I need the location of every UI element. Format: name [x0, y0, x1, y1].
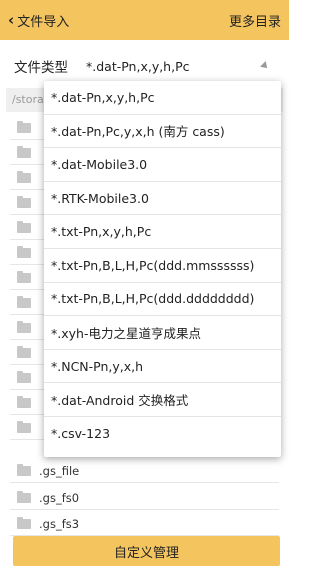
file-name: .gs_fs0: [39, 490, 80, 505]
dropdown-option[interactable]: *.xyh-电力之星道亨成果点: [44, 316, 281, 350]
dropdown-option[interactable]: *.RTK-Mobile3.0: [44, 182, 281, 216]
folder-icon: [17, 145, 31, 158]
folder-icon: [17, 270, 31, 283]
folder-icon: [17, 516, 31, 529]
back-button[interactable]: ‹ 文件导入: [8, 11, 69, 30]
chevron-left-icon: ‹: [8, 11, 15, 29]
folder-icon: [17, 120, 31, 133]
folder-icon: [17, 420, 31, 433]
file-type-select[interactable]: *.dat-Pn,x,y,h,Pc: [86, 59, 261, 74]
more-directories-button[interactable]: 更多目录: [229, 11, 281, 30]
dropdown-option[interactable]: *.NCN-Pn,y,x,h: [44, 350, 281, 384]
folder-icon: [17, 245, 31, 258]
file-row[interactable]: .gs_file: [0, 458, 289, 483]
dropdown-option[interactable]: *.dat-Android 交换格式: [44, 383, 281, 417]
dropdown-option[interactable]: *.dat-Pn,Pc,y,x,h (南方 cass): [44, 115, 281, 149]
folder-icon: [17, 295, 31, 308]
folder-icon: [17, 490, 31, 503]
folder-icon: [17, 370, 31, 383]
folder-icon: [17, 320, 31, 333]
file-type-label: 文件类型: [14, 60, 68, 76]
folder-icon: [17, 220, 31, 233]
file-type-dropdown: *.dat-Pn,x,y,h,Pc *.dat-Pn,Pc,y,x,h (南方 …: [44, 81, 281, 457]
folder-icon: [17, 463, 31, 476]
dropdown-option[interactable]: *.txt-Pn,B,L,H,Pc(ddd.dddddddd): [44, 283, 281, 317]
folder-icon: [17, 195, 31, 208]
app-header: ‹ 文件导入 更多目录: [0, 0, 289, 40]
folder-icon: [17, 395, 31, 408]
folder-icon: [17, 170, 31, 183]
dropdown-option[interactable]: *.dat-Pn,x,y,h,Pc: [44, 81, 281, 115]
file-name: .gs_file: [39, 463, 80, 478]
file-row[interactable]: .gs_fs0: [0, 485, 289, 510]
dropdown-option[interactable]: *.dat-Mobile3.0: [44, 148, 281, 182]
custom-management-button[interactable]: 自定义管理: [13, 536, 280, 566]
back-label: 文件导入: [17, 14, 70, 30]
dropdown-option[interactable]: *.txt-Pn,B,L,H,Pc(ddd.mmssssss): [44, 249, 281, 283]
dropdown-option[interactable]: *.txt-Pn,x,y,h,Pc: [44, 215, 281, 249]
dropdown-option[interactable]: *.csv-123: [44, 417, 281, 451]
folder-icon: [17, 345, 31, 358]
file-name: .gs_fs3: [39, 516, 80, 531]
dropdown-arrow-icon: [260, 61, 270, 71]
file-type-row[interactable]: 文件类型 *.dat-Pn,x,y,h,Pc: [0, 50, 289, 82]
file-row[interactable]: .gs_fs3: [0, 511, 289, 536]
